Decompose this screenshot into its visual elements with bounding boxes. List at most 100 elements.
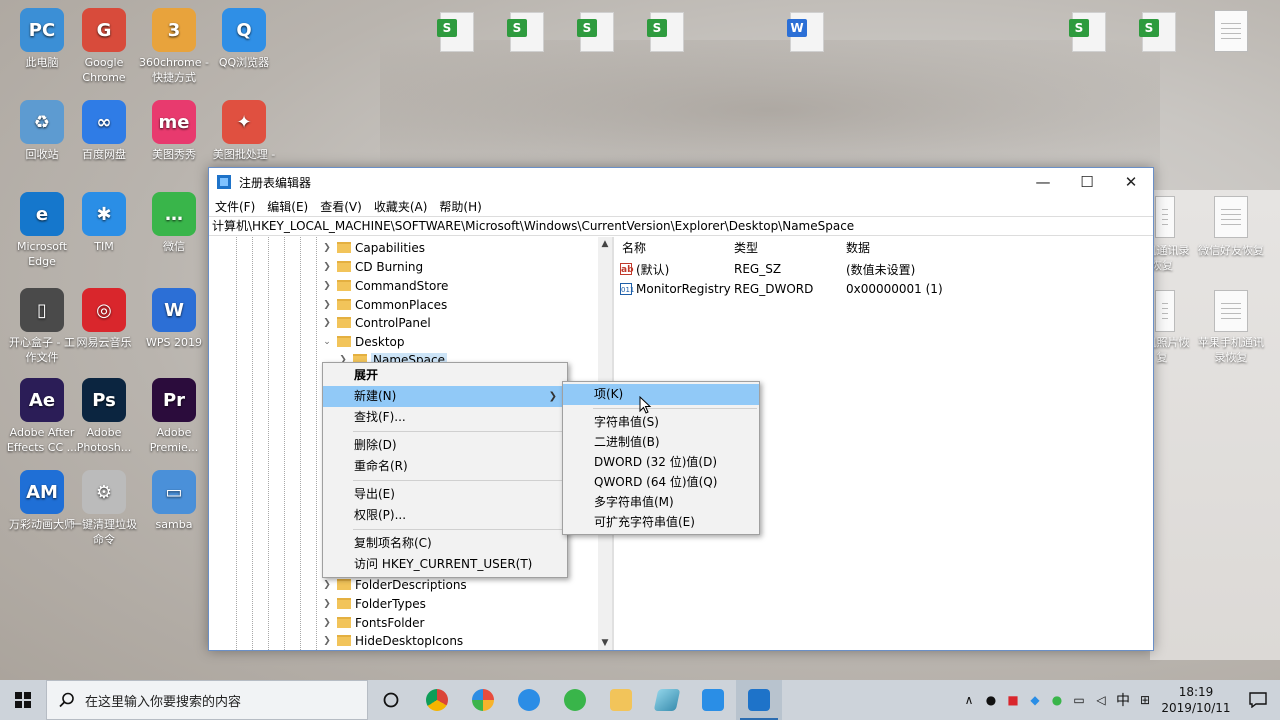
tree-item[interactable]: ❯ CD Burning <box>321 257 423 276</box>
expand-arrow-icon[interactable]: ❯ <box>321 318 333 328</box>
taskbar-360chrome[interactable] <box>460 680 506 720</box>
column-type[interactable]: 类型 <box>734 239 758 256</box>
start-button[interactable] <box>0 680 46 720</box>
desktop-icon[interactable]: ✱ TIM <box>68 192 140 254</box>
desktop-icon[interactable]: W WPS 2019 <box>138 288 210 350</box>
address-bar[interactable]: 计算机\HKEY_LOCAL_MACHINE\SOFTWARE\Microsof… <box>209 216 1153 236</box>
collapse-arrow-icon[interactable]: ⌄ <box>321 337 333 347</box>
value-row[interactable]: ab (默认) REG_SZ (数值未设置) <box>614 259 1153 279</box>
taskbar-app[interactable] <box>644 680 690 720</box>
menu-rename[interactable]: 重命名(R) <box>323 456 567 477</box>
scroll-down-icon[interactable]: ▼ <box>598 636 612 650</box>
tree-item[interactable]: ❯ FontsFolder <box>321 613 424 632</box>
menu-find[interactable]: 查找(F)... <box>323 407 567 428</box>
network-icon[interactable]: ▭ <box>1068 693 1090 707</box>
desktop-icon[interactable]: Ps Adobe Photosh... <box>68 378 140 455</box>
menu-goto-hkcu[interactable]: 访问 HKEY_CURRENT_USER(T) <box>323 554 567 575</box>
menu-delete[interactable]: 删除(D) <box>323 435 567 456</box>
maximize-button[interactable]: ☐ <box>1065 168 1109 196</box>
tree-item[interactable]: ❯ ControlPanel <box>321 313 431 332</box>
submenu-binary-value[interactable]: 二进制值(B) <box>563 432 759 452</box>
spreadsheet-file-icon[interactable]: S <box>1139 12 1176 52</box>
document-file-icon[interactable] <box>1214 196 1248 238</box>
word-file-icon[interactable]: W <box>787 12 824 52</box>
spreadsheet-file-icon[interactable]: S <box>1069 12 1106 52</box>
menu-new[interactable]: 新建(N) ❯ <box>323 386 567 407</box>
tree-item[interactable]: ❯ FolderTypes <box>321 594 426 613</box>
task-view-button[interactable] <box>368 680 414 720</box>
desktop-icon[interactable]: ◎ 网易云音乐 <box>68 288 140 350</box>
submenu-dword-value[interactable]: DWORD (32 位)值(D) <box>563 452 759 472</box>
taskbar-qqbrowser[interactable] <box>506 680 552 720</box>
ime-grid-icon[interactable]: ⊞ <box>1134 693 1156 707</box>
menu-help[interactable]: 帮助(H) <box>439 198 481 215</box>
record-icon[interactable]: ■ <box>1002 693 1024 707</box>
spreadsheet-file-icon[interactable]: S <box>647 12 684 52</box>
shield-icon[interactable]: ◆ <box>1024 693 1046 707</box>
ime-indicator[interactable]: 中 <box>1112 690 1134 710</box>
spreadsheet-file-icon[interactable]: S <box>437 12 474 52</box>
desktop-icon[interactable]: Pr Adobe Premie... <box>138 378 210 455</box>
menu-edit[interactable]: 编辑(E) <box>267 198 308 215</box>
scroll-up-icon[interactable]: ▲ <box>598 237 612 251</box>
expand-arrow-icon[interactable]: ❯ <box>321 281 333 291</box>
desktop-icon[interactable]: me 美图秀秀 <box>138 100 210 162</box>
menu-favorites[interactable]: 收藏夹(A) <box>374 198 428 215</box>
desktop-icon[interactable]: ∞ 百度网盘 <box>68 100 140 162</box>
submenu-string-value[interactable]: 字符串值(S) <box>563 412 759 432</box>
taskbar-tim[interactable] <box>690 680 736 720</box>
desktop-icon[interactable]: … 微信 <box>138 192 210 254</box>
taskbar-regedit[interactable] <box>736 680 782 720</box>
document-file-icon[interactable] <box>1214 290 1248 332</box>
desktop-icon[interactable]: ✦ 美图批处理 - <box>208 100 280 162</box>
taskbar-file-explorer[interactable] <box>598 680 644 720</box>
spreadsheet-file-icon[interactable]: S <box>577 12 614 52</box>
desktop-icon[interactable]: ⚙ 一键清理垃圾命令 <box>68 470 140 547</box>
microphone-icon[interactable]: ● <box>980 693 1002 707</box>
desktop-icon[interactable]: 3 360chrome - 快捷方式 <box>138 8 210 85</box>
tree-item[interactable]: ❯ HideDesktopIcons <box>321 631 463 650</box>
expand-arrow-icon[interactable]: ❯ <box>321 599 333 609</box>
title-bar[interactable]: 注册表编辑器 — ☐ ✕ <box>209 168 1153 196</box>
tray-overflow-icon[interactable]: ∧ <box>958 693 980 707</box>
close-button[interactable]: ✕ <box>1109 168 1153 196</box>
tree-item[interactable]: ❯ Capabilities <box>321 238 425 257</box>
column-name[interactable]: 名称 <box>622 239 646 256</box>
value-row[interactable]: 011 MonitorRegistry REG_DWORD 0x00000001… <box>614 279 1153 299</box>
wechat-tray-icon[interactable]: ● <box>1046 693 1068 707</box>
document-file-icon[interactable] <box>1155 290 1175 332</box>
document-file-icon[interactable] <box>1214 10 1248 52</box>
notification-button[interactable] <box>1236 692 1280 708</box>
taskbar-search[interactable]: 在这里输入你要搜索的内容 <box>46 680 368 720</box>
column-data[interactable]: 数据 <box>846 239 870 256</box>
expand-arrow-icon[interactable]: ❯ <box>321 243 333 253</box>
tree-item-desktop[interactable]: ⌄ Desktop <box>321 332 404 351</box>
menu-copy-key-name[interactable]: 复制项名称(C) <box>323 533 567 554</box>
clock[interactable]: 18:19 2019/10/11 <box>1156 684 1236 716</box>
menu-export[interactable]: 导出(E) <box>323 484 567 505</box>
submenu-qword-value[interactable]: QWORD (64 位)值(Q) <box>563 472 759 492</box>
tree-item[interactable]: ❯ CommandStore <box>321 276 448 295</box>
spreadsheet-file-icon[interactable]: S <box>507 12 544 52</box>
document-file-icon[interactable] <box>1155 196 1175 238</box>
menu-permissions[interactable]: 权限(P)... <box>323 505 567 526</box>
desktop-icon[interactable]: G Google Chrome <box>68 8 140 85</box>
submenu-expandable-string-value[interactable]: 可扩充字符串值(E) <box>563 512 759 532</box>
minimize-button[interactable]: — <box>1021 168 1065 196</box>
expand-arrow-icon[interactable]: ❯ <box>321 618 333 628</box>
menu-expand[interactable]: 展开 <box>323 365 567 386</box>
volume-icon[interactable]: ◁ <box>1090 693 1112 707</box>
menu-view[interactable]: 查看(V) <box>320 198 362 215</box>
menu-file[interactable]: 文件(F) <box>215 198 255 215</box>
desktop-icon[interactable]: ▭ samba <box>138 470 210 532</box>
tree-item[interactable]: ❯ CommonPlaces <box>321 295 447 314</box>
submenu-key[interactable]: 项(K) <box>563 384 759 405</box>
expand-arrow-icon[interactable]: ❯ <box>321 300 333 310</box>
taskbar-chrome[interactable] <box>414 680 460 720</box>
desktop-icon[interactable]: Q QQ浏览器 <box>208 8 280 70</box>
submenu-multi-string-value[interactable]: 多字符串值(M) <box>563 492 759 512</box>
taskbar-wechat[interactable] <box>552 680 598 720</box>
expand-arrow-icon[interactable]: ❯ <box>321 636 333 646</box>
expand-arrow-icon[interactable]: ❯ <box>321 262 333 272</box>
expand-arrow-icon[interactable]: ❯ <box>321 580 333 590</box>
